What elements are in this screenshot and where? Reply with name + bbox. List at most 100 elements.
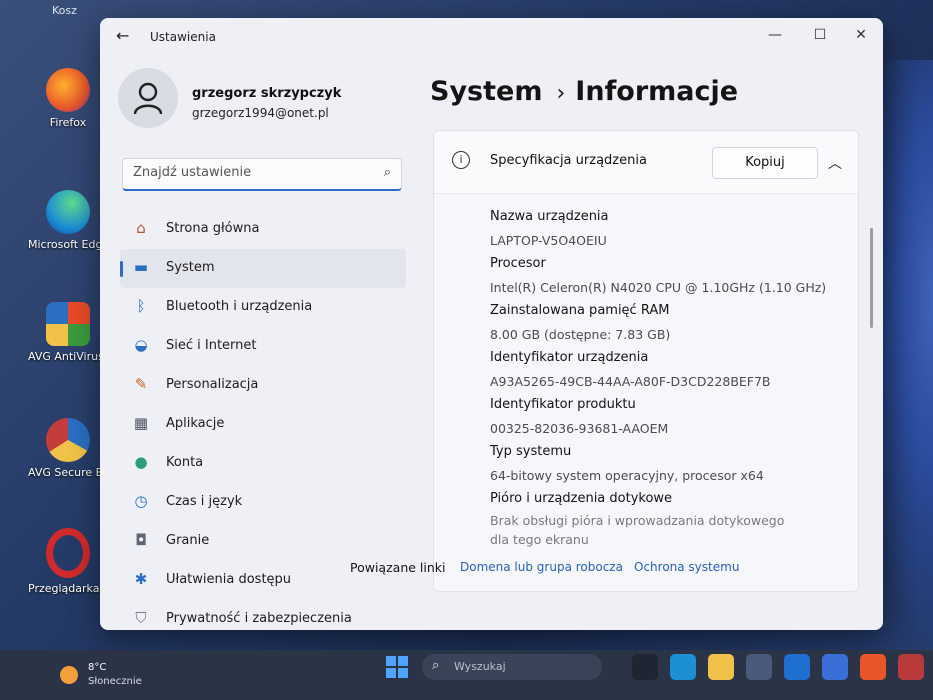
sidebar-item-2[interactable]: ᛒ Bluetooth i urządzenia [120, 288, 406, 327]
apps-icon: ▦ [133, 414, 149, 432]
related-links-label: Powiązane linki [350, 560, 446, 575]
scrollbar-thumb[interactable] [870, 228, 873, 328]
avg-antivirus-icon [46, 302, 90, 346]
taskbar-app-task-view-icon[interactable] [632, 654, 658, 680]
desktop-icon-edge[interactable]: Microsoft Edge [28, 190, 108, 251]
search-icon: ⌕ [432, 658, 440, 673]
taskbar-app-outlook-icon[interactable] [784, 654, 810, 680]
desktop-icon-opera[interactable]: Przeglądarka Opera [28, 528, 108, 595]
sidebar-item-label: Czas i język [166, 494, 243, 509]
spec-value[interactable]: LAPTOP-V5O4OEIU [490, 229, 840, 252]
related-links: Powiązane linki Domena lub grupa robocza… [350, 556, 770, 578]
weather-condition: Słonecznie [88, 676, 142, 687]
user-profile[interactable]: grzegorz skrzypczyk grzegorz1994@onet.pl [118, 68, 341, 128]
sidebar-item-label: Strona główna [166, 221, 260, 236]
link-system-protection[interactable]: Ochrona systemu [634, 560, 739, 574]
desktop-icon-label: Microsoft Edge [28, 238, 108, 251]
breadcrumb-separator: › [556, 81, 566, 106]
search-placeholder: Znajdź ustawienie [133, 165, 252, 180]
spec-value[interactable]: A93A5265-49CB-44AA-A80F-D3CD228BEF7B [490, 370, 840, 393]
close-button[interactable]: ✕ [846, 27, 876, 43]
sidebar-item-label: Prywatność i zabezpieczenia [166, 611, 352, 626]
spec-label: Pióro i urządzenia dotykowe [490, 491, 673, 506]
title-bar: ← Ustawienia — ☐ ✕ [100, 18, 883, 56]
spec-label: Procesor [490, 256, 546, 271]
sidebar-item-6[interactable]: ● Konta [120, 444, 406, 483]
shield-icon: ⛉ [135, 609, 147, 627]
wifi-icon: ◒ [134, 336, 148, 354]
taskbar-app-app-1-icon[interactable] [822, 654, 848, 680]
spec-label: Identyfikator produktu [490, 397, 636, 412]
avatar [118, 68, 178, 128]
window-title: Ustawienia [150, 30, 216, 44]
desktop-icon-firefox[interactable]: Firefox [28, 68, 108, 129]
desktop-icon-avg-secure-browser[interactable]: AVG Secure Browser [28, 418, 108, 479]
info-icon: i [452, 151, 470, 169]
chevron-up-icon[interactable]: ︿ [828, 153, 842, 173]
taskbar-search[interactable]: ⌕ Wyszukaj [422, 654, 602, 680]
sidebar-item-label: Aplikacje [166, 416, 225, 431]
brush-icon: ✎ [134, 375, 148, 393]
spec-value[interactable]: Intel(R) Celeron(R) N4020 CPU @ 1.10GHz … [490, 276, 840, 299]
edge-icon [46, 190, 90, 234]
desktop-icon-label: AVG Secure Browser [28, 466, 108, 479]
sun-icon [60, 666, 78, 684]
spec-value[interactable]: 00325-82036-93681-AAOEM [490, 417, 840, 440]
desktop-icon-label: AVG AntiVirus Free [28, 350, 108, 363]
desktop-icon-label: Firefox [49, 116, 87, 129]
link-domain-workgroup[interactable]: Domena lub grupa robocza [460, 560, 623, 574]
user-email: grzegorz1994@onet.pl [192, 106, 329, 120]
taskbar-app-firefox-icon[interactable] [860, 654, 886, 680]
copy-button[interactable]: Kopiuj [712, 147, 818, 179]
sidebar-item-5[interactable]: ▦ Aplikacje [120, 405, 406, 444]
sidebar-item-label: System [166, 260, 215, 275]
device-specs-title: Specyfikacja urządzenia [490, 153, 647, 168]
taskbar-app-app-2-icon[interactable] [898, 654, 924, 680]
device-specs-header[interactable]: i Specyfikacja urządzenia Kopiuj ︿ [434, 131, 858, 194]
spec-value[interactable]: 64-bitowy system operacyjny, procesor x6… [490, 464, 840, 487]
home-icon: ⌂ [136, 219, 146, 237]
sidebar-item-label: Granie [166, 533, 210, 548]
user-icon [133, 82, 163, 115]
avg-browser-icon [46, 418, 90, 462]
desktop-icon-avg-antivirus[interactable]: AVG AntiVirus Free [28, 302, 108, 363]
sidebar-item-4[interactable]: ✎ Personalizacja [120, 366, 406, 405]
sidebar-item-label: Sieć i Internet [166, 338, 257, 353]
spec-label: Nazwa urządzenia [490, 209, 609, 224]
back-arrow-icon[interactable]: ← [116, 26, 129, 45]
system-icon: ▬ [133, 258, 149, 276]
sidebar-item-label: Ułatwienia dostępu [166, 572, 292, 587]
accessibility-icon: ✱ [134, 570, 148, 588]
device-specs-list: Nazwa urządzenia LAPTOP-V5O4OEIU Procesor I… [490, 205, 840, 549]
sidebar-item-7[interactable]: ◷ Czas i język [120, 483, 406, 522]
sidebar-item-label: Personalizacja [166, 377, 259, 392]
desktop-recycle-bin-label: Kosz [52, 4, 77, 17]
start-button[interactable] [386, 656, 408, 678]
firefox-icon [46, 68, 90, 112]
sidebar-item-10[interactable]: ⛉ Prywatność i zabezpieczenia [120, 600, 406, 630]
active-indicator [120, 261, 123, 277]
sidebar-item-3[interactable]: ◒ Sieć i Internet [120, 327, 406, 366]
minimize-button[interactable]: — [760, 27, 790, 43]
desktop-icon-label: Przeglądarka Opera [28, 582, 108, 595]
sidebar-item-label: Bluetooth i urządzenia [166, 299, 313, 314]
taskbar-app-edge-icon[interactable] [670, 654, 696, 680]
search-icon: ⌕ [383, 165, 391, 180]
breadcrumb-parent[interactable]: System [430, 76, 542, 107]
settings-search-input[interactable]: Znajdź ustawienie ⌕ [122, 158, 402, 191]
breadcrumb-current: Informacje [575, 76, 739, 107]
gamepad-icon: ◘ [135, 531, 147, 549]
bluetooth-icon: ᛒ [136, 297, 146, 315]
user-name: grzegorz skrzypczyk [192, 86, 342, 101]
spec-value[interactable]: Brak obsługi pióra i wprowadzania dotyko… [490, 511, 800, 549]
maximize-button[interactable]: ☐ [805, 27, 835, 43]
taskbar-app-store-icon[interactable] [746, 654, 772, 680]
taskbar-app-explorer-icon[interactable] [708, 654, 734, 680]
sidebar-item-0[interactable]: ⌂ Strona główna [120, 210, 406, 249]
page-title: System › Informacje [430, 76, 738, 107]
settings-window: ← Ustawienia — ☐ ✕ grzegorz skrzypczyk g… [100, 18, 883, 630]
spec-value[interactable]: 8.00 GB (dostępne: 7.83 GB) [490, 323, 840, 346]
spec-label: Zainstalowana pamięć RAM [490, 303, 670, 318]
taskbar-search-placeholder: Wyszukaj [454, 660, 506, 673]
sidebar-item-1[interactable]: ▬ System [120, 249, 406, 288]
